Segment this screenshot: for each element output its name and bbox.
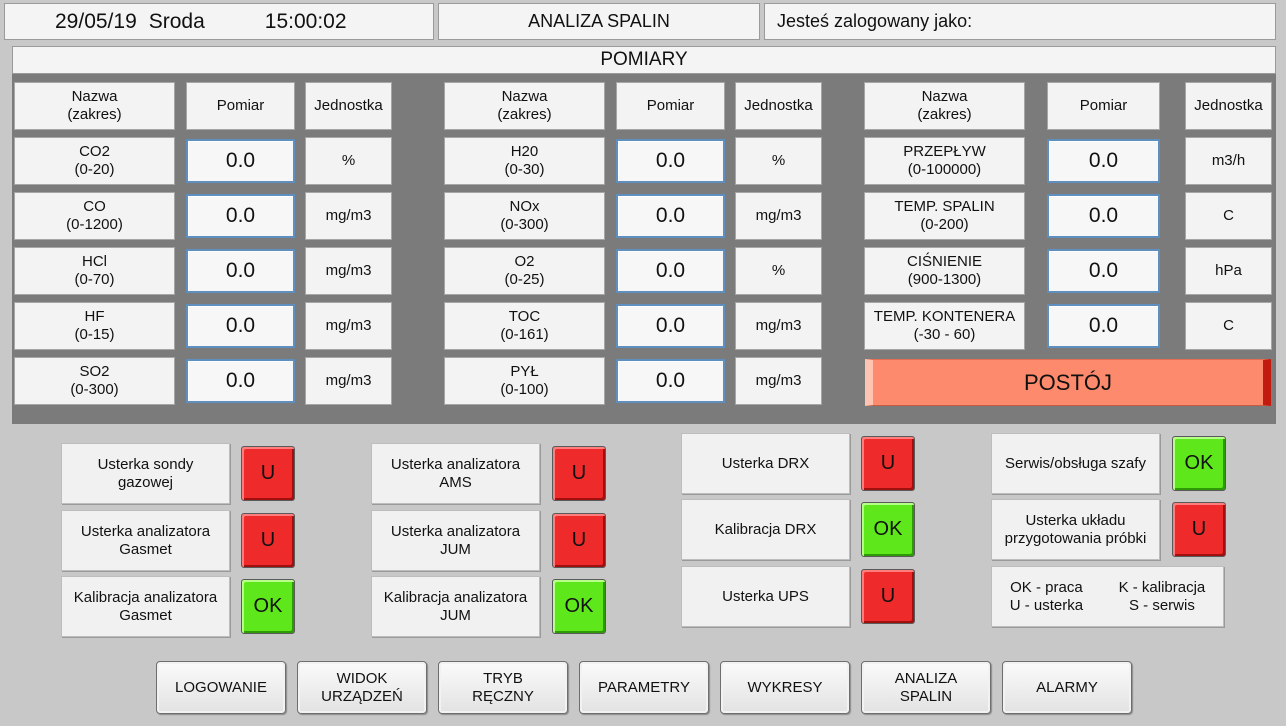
measurement-unit: % bbox=[305, 137, 392, 185]
status-indicator-ok: OK bbox=[861, 502, 915, 557]
status-indicator-fault: U bbox=[241, 513, 295, 568]
measurement-value: 0.0 bbox=[616, 249, 725, 293]
measurement-value: 0.0 bbox=[186, 304, 295, 348]
status-indicator-fault: U bbox=[552, 446, 606, 501]
measurement-value: 0.0 bbox=[616, 304, 725, 348]
status-label: Kalibracja DRX bbox=[681, 499, 850, 560]
measurement-name: CIŚNIENIE (900-1300) bbox=[864, 247, 1025, 295]
measurement-unit: mg/m3 bbox=[305, 302, 392, 350]
measurement-unit: m3/h bbox=[1185, 137, 1272, 185]
col-header-unit: Jednostka bbox=[305, 82, 392, 130]
status-label: Usterka układu przygotowania próbki bbox=[991, 499, 1160, 560]
status-indicator-ok: OK bbox=[1172, 436, 1226, 491]
measurement-name: PRZEPŁYW (0-100000) bbox=[864, 137, 1025, 185]
status-postoj-text: POSTÓJ bbox=[1023, 369, 1112, 395]
measurement-value: 0.0 bbox=[186, 249, 295, 293]
measurement-value: 0.0 bbox=[186, 194, 295, 238]
measurement-value: 0.0 bbox=[1047, 139, 1160, 183]
col-header-value: Pomiar bbox=[1047, 82, 1160, 130]
status-label: Kalibracja analizatora JUM bbox=[371, 576, 540, 637]
status-label: Usterka analizatora JUM bbox=[371, 510, 540, 571]
status-label: Serwis/obsługa szafy bbox=[991, 433, 1160, 494]
parametry-button[interactable]: PARAMETRY bbox=[579, 661, 709, 714]
measurement-unit: % bbox=[735, 137, 822, 185]
status-indicator-fault: U bbox=[861, 436, 915, 491]
measurement-unit: C bbox=[1185, 192, 1272, 240]
header-day: Sroda bbox=[148, 9, 205, 33]
measurement-value: 0.0 bbox=[186, 139, 295, 183]
header-time: 15:00:02 bbox=[264, 9, 347, 33]
measurement-name: PYŁ (0-100) bbox=[444, 357, 605, 405]
measurements-title: POMIARY bbox=[12, 46, 1276, 74]
status-label: Usterka UPS bbox=[681, 566, 850, 627]
status-label: Usterka analizatora Gasmet bbox=[61, 510, 230, 571]
analiza-spalin-button[interactable]: ANALIZA SPALIN bbox=[861, 661, 991, 714]
measurement-name: CO (0-1200) bbox=[14, 192, 175, 240]
status-indicator-ok: OK bbox=[241, 579, 295, 634]
status-label: Usterka sondy gazowej bbox=[61, 443, 230, 504]
col-header-name: Nazwa (zakres) bbox=[864, 82, 1025, 130]
login-label: Jesteś zalogowany jako: bbox=[777, 11, 973, 31]
measurement-unit: mg/m3 bbox=[735, 302, 822, 350]
measurement-name: O2 (0-25) bbox=[444, 247, 605, 295]
measurement-value: 0.0 bbox=[616, 359, 725, 403]
logowanie-button[interactable]: LOGOWANIE bbox=[156, 661, 286, 714]
status-indicator-fault: U bbox=[552, 513, 606, 568]
measurement-value: 0.0 bbox=[1047, 304, 1160, 348]
tryb-reczny-button[interactable]: TRYB RĘCZNY bbox=[438, 661, 568, 714]
screen-title: ANALIZA SPALIN bbox=[528, 11, 670, 31]
measurement-value: 0.0 bbox=[1047, 194, 1160, 238]
measurement-unit: mg/m3 bbox=[735, 357, 822, 405]
measurement-unit: mg/m3 bbox=[305, 192, 392, 240]
measurement-unit: mg/m3 bbox=[305, 247, 392, 295]
status-label: Usterka analizatora AMS bbox=[371, 443, 540, 504]
col-header-value: Pomiar bbox=[616, 82, 725, 130]
status-indicator-fault: U bbox=[861, 569, 915, 624]
measurement-value: 0.0 bbox=[616, 194, 725, 238]
measurement-name: HCl (0-70) bbox=[14, 247, 175, 295]
header-screen-title: ANALIZA SPALIN bbox=[438, 3, 760, 40]
col-header-unit: Jednostka bbox=[735, 82, 822, 130]
measurement-name: TEMP. SPALIN (0-200) bbox=[864, 192, 1025, 240]
header-datetime: 29/05/19 Sroda 15:00:02 bbox=[4, 3, 434, 40]
measurement-name: NOx (0-300) bbox=[444, 192, 605, 240]
header-date: 29/05/19 bbox=[55, 9, 137, 33]
measurement-name: TOC (0-161) bbox=[444, 302, 605, 350]
legend-right: K - kalibracja S - serwis bbox=[1118, 578, 1206, 614]
measurement-unit: C bbox=[1185, 302, 1272, 350]
measurement-unit: hPa bbox=[1185, 247, 1272, 295]
status-label: Kalibracja analizatora Gasmet bbox=[61, 576, 230, 637]
legend-left: OK - praca U - usterka bbox=[1009, 578, 1084, 614]
measurements-title-text: POMIARY bbox=[600, 49, 688, 70]
measurement-name: SO2 (0-300) bbox=[14, 357, 175, 405]
measurement-name: TEMP. KONTENERA (-30 - 60) bbox=[864, 302, 1025, 350]
measurement-name: HF (0-15) bbox=[14, 302, 175, 350]
measurement-unit: mg/m3 bbox=[305, 357, 392, 405]
measurement-value: 0.0 bbox=[1047, 249, 1160, 293]
measurement-name: H20 (0-30) bbox=[444, 137, 605, 185]
measurement-value: 0.0 bbox=[186, 359, 295, 403]
status-indicator-fault: U bbox=[1172, 502, 1226, 557]
wykresy-button[interactable]: WYKRESY bbox=[720, 661, 850, 714]
widok-urzadzen-button[interactable]: WIDOK URZĄDZEŃ bbox=[297, 661, 427, 714]
status-indicator-fault: U bbox=[241, 446, 295, 501]
status-label: Usterka DRX bbox=[681, 433, 850, 494]
status-postoj: POSTÓJ bbox=[865, 359, 1271, 406]
measurement-unit: % bbox=[735, 247, 822, 295]
header-login: Jesteś zalogowany jako: bbox=[764, 3, 1276, 40]
measurement-value: 0.0 bbox=[616, 139, 725, 183]
legend-box: OK - praca U - usterka K - kalibracja S … bbox=[991, 566, 1224, 627]
measurement-unit: mg/m3 bbox=[735, 192, 822, 240]
col-header-name: Nazwa (zakres) bbox=[14, 82, 175, 130]
col-header-value: Pomiar bbox=[186, 82, 295, 130]
alarmy-button[interactable]: ALARMY bbox=[1002, 661, 1132, 714]
measurement-name: CO2 (0-20) bbox=[14, 137, 175, 185]
col-header-unit: Jednostka bbox=[1185, 82, 1272, 130]
status-indicator-ok: OK bbox=[552, 579, 606, 634]
col-header-name: Nazwa (zakres) bbox=[444, 82, 605, 130]
